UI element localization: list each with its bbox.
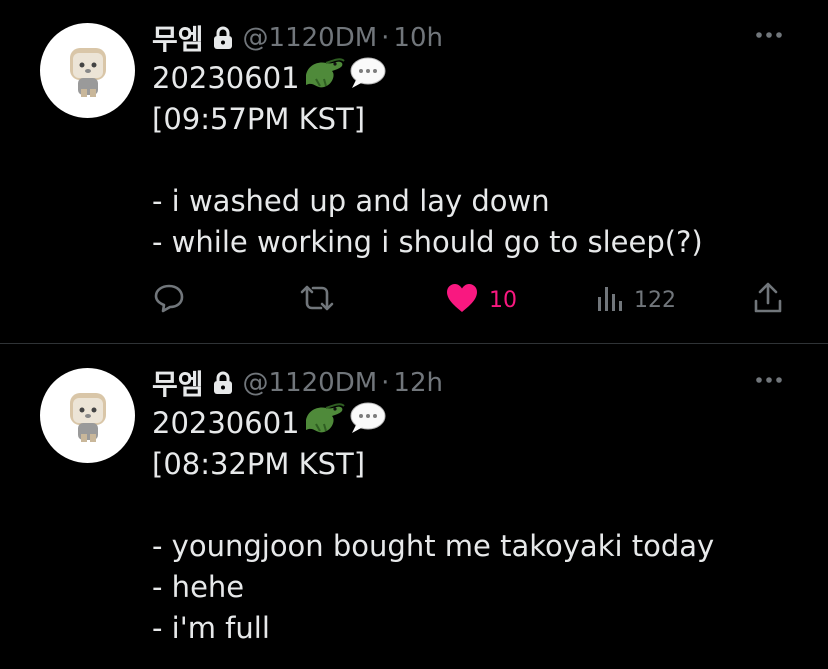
lock-icon: [213, 371, 233, 395]
tweet-line: - hehe: [152, 570, 245, 604]
handle[interactable]: @1120DM: [243, 23, 378, 53]
likes-count: 10: [489, 287, 517, 313]
tweet-line: [08:32PM KST]: [152, 447, 366, 481]
crocodile-emoji: [302, 55, 346, 102]
views-button[interactable]: 122: [596, 280, 676, 320]
speech-bubble-emoji: [348, 56, 386, 101]
date-text: 20230601: [152, 406, 300, 440]
tweet-header: 무엠 @1120DM · 10h: [152, 18, 443, 58]
heart-icon[interactable]: [445, 282, 479, 318]
date-text: 20230601: [152, 61, 300, 95]
more-icon[interactable]: [752, 369, 786, 391]
tweet-line: 20230601: [152, 400, 792, 447]
retweet-button[interactable]: [299, 280, 335, 320]
tweet-header: 무엠 @1120DM · 12h: [152, 363, 443, 403]
tweet-line: - i washed up and lay down: [152, 184, 550, 218]
avatar[interactable]: [40, 368, 135, 463]
tweet-line: - youngjoon bought me takoyaki today: [152, 529, 715, 563]
avatar[interactable]: [40, 23, 135, 118]
lock-icon: [213, 26, 233, 50]
tweet-line: [152, 140, 792, 181]
crocodile-emoji: [302, 400, 346, 447]
timestamp[interactable]: 12h: [393, 368, 443, 398]
tweet-line: [09:57PM KST]: [152, 102, 366, 136]
tweet-actions: 10 122: [152, 280, 792, 320]
tweet-line: - i'm full: [152, 611, 270, 645]
tweet-line: - while working i should go to sleep(?): [152, 225, 703, 259]
display-name[interactable]: 무엠: [152, 18, 204, 58]
views-count: 122: [634, 287, 676, 313]
handle[interactable]: @1120DM: [243, 368, 378, 398]
reply-button[interactable]: [152, 280, 186, 320]
tweet-text: 20230601 [09:57PM KST] - i washed up and…: [152, 55, 792, 263]
tweet-line: 20230601: [152, 55, 792, 102]
display-name[interactable]: 무엠: [152, 363, 204, 403]
tweet-divider: [0, 343, 828, 344]
separator: ·: [381, 23, 390, 53]
separator: ·: [381, 368, 390, 398]
retweet-icon[interactable]: [299, 281, 335, 319]
tweet[interactable]: 무엠 @1120DM · 10h 20230601 [09:57PM KST] …: [0, 0, 828, 343]
tweet-line: [152, 485, 792, 526]
share-icon[interactable]: [752, 281, 784, 319]
share-button[interactable]: [752, 280, 784, 320]
tweet-text: 20230601 [08:32PM KST] - youngjoon bough…: [152, 400, 792, 649]
views-icon[interactable]: [596, 283, 624, 317]
tweet[interactable]: 무엠 @1120DM · 12h 20230601 [08:32PM KST] …: [0, 345, 828, 669]
more-icon[interactable]: [752, 24, 786, 46]
reply-icon[interactable]: [152, 281, 186, 319]
timestamp[interactable]: 10h: [393, 23, 443, 53]
like-button[interactable]: 10: [445, 280, 517, 320]
speech-bubble-emoji: [348, 401, 386, 446]
